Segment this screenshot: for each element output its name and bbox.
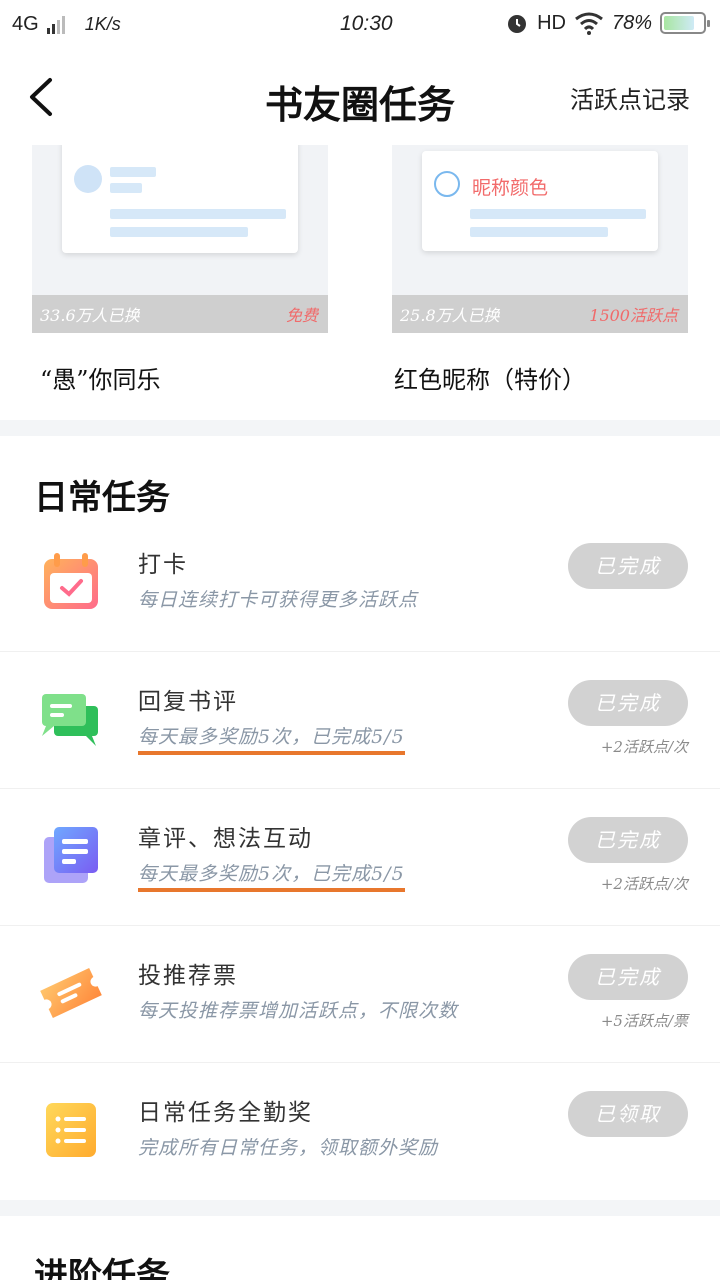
activity-record-link[interactable]: 活跃点记录 (570, 80, 690, 115)
task-row-reply-review: 回复书评 每天最多奖励5次，已完成5/5 已完成 +2活跃点/次 (0, 652, 720, 789)
ticket-icon (40, 967, 102, 1019)
status-bar: 4G 1K/s 10:30 HD 78% (0, 0, 720, 50)
alarm-icon (508, 15, 527, 33)
document-icon (44, 827, 98, 883)
list-icon (46, 1103, 96, 1157)
task-title: 回复书评 (138, 689, 238, 715)
reward-card[interactable]: ★ ★ ✿✺ 33.6万人已换 免费 “愚”你同乐 (32, 145, 328, 394)
nav-header: 书友圈任务 活跃点记录 (0, 50, 720, 145)
task-title: 日常任务全勤奖 (138, 1100, 313, 1126)
mock-nickname: 昵称颜色 (422, 151, 658, 251)
task-description: 完成所有日常任务，领取额外奖励 (138, 1137, 439, 1159)
task-title: 打卡 (138, 552, 188, 578)
task-description: 每日连续打卡可获得更多活跃点 (138, 589, 419, 611)
task-status-button[interactable]: 已领取 (568, 1091, 688, 1137)
task-row-chapter-comment: 章评、想法互动 每天最多奖励5次，已完成5/5 已完成 +2活跃点/次 (0, 789, 720, 926)
status-left: 4G 1K/s (12, 13, 121, 36)
task-row-vote: 投推荐票 每天投推荐票增加活跃点，不限次数 已完成 +5活跃点/票 (0, 926, 720, 1063)
user-icon (434, 171, 460, 197)
hd-label: HD (537, 11, 566, 34)
task-status-button[interactable]: 已完成 (568, 954, 688, 1000)
reward-cards: ★ ★ ✿✺ 33.6万人已换 免费 “愚”你同乐 昵称颜色 (0, 145, 720, 420)
card-name: “愚”你同乐 (40, 366, 161, 394)
status-right: HD 78% (505, 11, 710, 35)
card-exchange-count: 33.6万人已换 (40, 306, 140, 325)
task-description: 每天最多奖励5次，已完成5/5 (138, 859, 405, 892)
card-price: 免费 (285, 306, 318, 325)
task-reward: +2活跃点/次 (600, 738, 688, 756)
advanced-tasks-title: 进阶任务 (34, 1256, 170, 1280)
wifi-icon (575, 12, 603, 35)
card-price: 1500活跃点 (589, 306, 678, 325)
network-speed: 1K/s (84, 14, 121, 34)
card-name: 红色昵称（特价） (394, 366, 586, 394)
clock: 10:30 (340, 12, 393, 35)
network-type: 4G (12, 13, 39, 35)
task-status-button[interactable]: 已完成 (568, 680, 688, 726)
calendar-icon (44, 553, 98, 609)
battery-fill (664, 16, 694, 30)
task-description: 每天最多奖励5次，已完成5/5 (138, 722, 405, 755)
task-description: 每天投推荐票增加活跃点，不限次数 (138, 1000, 459, 1022)
task-reward: +5活跃点/票 (600, 1012, 688, 1030)
daily-tasks-title: 日常任务 (34, 478, 170, 518)
task-row-checkin: 打卡 每日连续打卡可获得更多活跃点 已完成 (0, 515, 720, 652)
card-meta: 33.6万人已换 免费 (32, 295, 328, 333)
battery-percent: 78% (611, 11, 652, 34)
task-reward: +2活跃点/次 (600, 875, 688, 893)
reward-card[interactable]: 昵称颜色 25.8万人已换 1500活跃点 红色昵称（特价） (392, 145, 688, 394)
mock-post (62, 145, 298, 253)
task-title: 投推荐票 (138, 963, 238, 989)
nickname-color-label: 昵称颜色 (472, 177, 549, 199)
task-title: 章评、想法互动 (138, 826, 313, 852)
battery-icon (660, 12, 710, 34)
task-status-button[interactable]: 已完成 (568, 817, 688, 863)
card-preview-image: ★ ★ ✿✺ (32, 145, 328, 295)
card-exchange-count: 25.8万人已换 (400, 306, 500, 325)
card-meta: 25.8万人已换 1500活跃点 (392, 295, 688, 333)
section-divider (0, 1200, 720, 1216)
section-divider (0, 420, 720, 436)
signal-icon (46, 15, 65, 34)
task-row-full-attendance: 日常任务全勤奖 完成所有日常任务，领取额外奖励 已领取 (0, 1063, 720, 1200)
card-preview-image: 昵称颜色 (392, 145, 688, 295)
chat-bubble-icon (42, 694, 98, 746)
task-status-button[interactable]: 已完成 (568, 543, 688, 589)
